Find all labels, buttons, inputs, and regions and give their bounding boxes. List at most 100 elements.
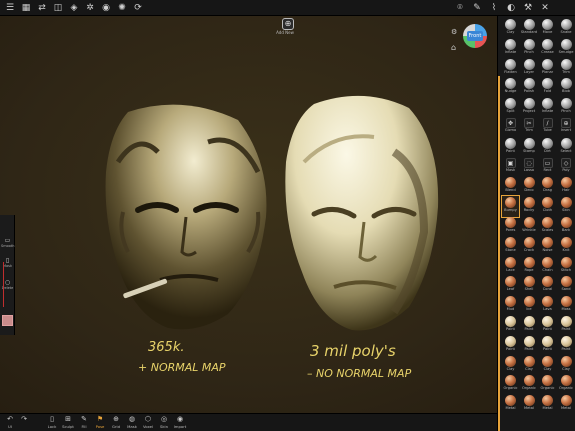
brush-item[interactable]: Fold: [539, 77, 556, 98]
brush-item[interactable]: Stamp: [521, 137, 538, 158]
shading-icon[interactable]: ✺: [117, 3, 127, 13]
voxel-button[interactable]: ⬡ Voxel: [140, 415, 156, 429]
brush-item[interactable]: Split: [502, 97, 519, 118]
brush-item[interactable]: Paint: [539, 335, 556, 356]
brush-item[interactable]: Metal: [521, 394, 538, 415]
brush-item[interactable]: Wrinkle: [521, 216, 538, 237]
brush-item[interactable]: ◌ Lasso: [521, 157, 538, 178]
brush-item[interactable]: Snake: [558, 18, 575, 39]
brush-item[interactable]: Paint: [502, 137, 519, 158]
brush-item[interactable]: Knit: [558, 236, 575, 257]
camera-icon[interactable]: ◉: [101, 3, 111, 13]
brush-item[interactable]: Paint: [558, 315, 575, 336]
brush-item[interactable]: Blob: [558, 77, 575, 98]
brush-item[interactable]: Mud: [502, 295, 519, 316]
add-new-button[interactable]: ⊕ Add New: [276, 18, 297, 38]
home-icon[interactable]: ⌂: [451, 43, 456, 52]
close-icon[interactable]: ✕: [540, 3, 550, 13]
brush-item[interactable]: Paint: [539, 315, 556, 336]
brush-item[interactable]: Metal: [558, 394, 575, 415]
brush-icon[interactable]: ⌇: [489, 3, 499, 13]
brush-item[interactable]: Nudge: [502, 77, 519, 98]
brush-item[interactable]: Crack: [521, 236, 538, 257]
import-button[interactable]: ◉ Import: [172, 415, 188, 429]
brush-item[interactable]: Clay: [521, 355, 538, 376]
brush-item[interactable]: Lava: [539, 295, 556, 316]
brush-item[interactable]: Flatten: [502, 58, 519, 79]
brush-item[interactable]: ▭ Rect: [539, 157, 556, 178]
brush-item[interactable]: Standard: [521, 18, 538, 39]
brush-item[interactable]: Leaf: [502, 275, 519, 296]
brush-item[interactable]: Inflate: [539, 97, 556, 118]
screenshot-camera-icon[interactable]: ⌾: [455, 3, 465, 13]
brush-item[interactable]: Paint: [502, 335, 519, 356]
brush-item[interactable]: Trim: [558, 58, 575, 79]
brush-item[interactable]: Deco: [521, 176, 538, 197]
brush-item[interactable]: Shell: [521, 275, 538, 296]
history-icon[interactable]: ⟳: [133, 3, 143, 13]
brush-item[interactable]: Coral: [539, 275, 556, 296]
brush-item[interactable]: Metal: [502, 394, 519, 415]
brush-size-slider[interactable]: [3, 262, 12, 307]
redo-button[interactable]: ↷: [16, 415, 32, 424]
brush-item[interactable]: Ice: [521, 295, 538, 316]
pen-icon[interactable]: ✎: [472, 3, 482, 13]
camera-settings-icon[interactable]: ⚙: [451, 28, 457, 36]
brush-item[interactable]: Organic: [539, 374, 556, 395]
grid-icon[interactable]: ▦: [21, 3, 31, 13]
cube-icon[interactable]: ◈: [69, 3, 79, 13]
brush-item[interactable]: Skin: [558, 196, 575, 217]
brush-item[interactable]: Organic: [521, 374, 538, 395]
layers-icon[interactable]: ◫: [53, 3, 63, 13]
palette-icon[interactable]: ◐: [506, 3, 516, 13]
brush-item[interactable]: Planar: [539, 58, 556, 79]
brush-item[interactable]: Paint: [521, 335, 538, 356]
brush-item[interactable]: Bumpy: [501, 195, 520, 219]
brush-item[interactable]: Stone: [502, 236, 519, 257]
brush-item[interactable]: Rope: [521, 256, 538, 277]
brush-item[interactable]: Scales: [539, 216, 556, 237]
brush-item[interactable]: Drag: [539, 176, 556, 197]
brush-item[interactable]: ✂ Trim: [521, 117, 538, 138]
brush-item[interactable]: Noise: [539, 236, 556, 257]
brush-item[interactable]: Clay: [502, 355, 519, 376]
sculpt-viewport[interactable]: ☰ ▦ ⇄ ◫ ◈ ✲ ◉ ✺ ⟳ ⌾ ✎ ⌇ ◐ ⚒ ✕ ⊕ Add New …: [0, 0, 575, 431]
brush-item[interactable]: Smudge: [558, 38, 575, 59]
sculpt-button[interactable]: ⊞ Sculpt: [60, 415, 76, 429]
brush-item[interactable]: Paint: [558, 335, 575, 356]
brush-item[interactable]: Rocky: [521, 196, 538, 217]
brush-item[interactable]: Polish: [521, 77, 538, 98]
brush-item[interactable]: Clay: [558, 355, 575, 376]
brush-item[interactable]: Cloth: [539, 196, 556, 217]
brush-item[interactable]: Move: [539, 18, 556, 39]
menu-icon[interactable]: ☰: [5, 3, 15, 13]
share-icon[interactable]: ⇄: [37, 3, 47, 13]
view-cube[interactable]: Front: [463, 24, 487, 48]
brush-item[interactable]: Inflate: [502, 38, 519, 59]
brush-item[interactable]: Lace: [502, 256, 519, 277]
brush-item[interactable]: Organic: [558, 374, 575, 395]
brush-item[interactable]: ▣ Mask: [502, 157, 519, 178]
brush-item[interactable]: Layer: [521, 58, 538, 79]
brush-item[interactable]: Paint: [521, 315, 538, 336]
brush-item[interactable]: Sand: [558, 275, 575, 296]
lock-button[interactable]: ▯ Lock: [44, 415, 60, 429]
brush-item[interactable]: Project: [521, 97, 538, 118]
brush-item[interactable]: ✥ Gizmo: [502, 117, 519, 138]
brush-item[interactable]: Pinch: [558, 97, 575, 118]
brush-item[interactable]: Stitch: [558, 256, 575, 277]
brush-item[interactable]: Pores: [502, 216, 519, 237]
brush-item[interactable]: Organic: [502, 374, 519, 395]
brush-item[interactable]: ⊕ Insert: [558, 117, 575, 138]
brush-item[interactable]: Blend: [502, 176, 519, 197]
brush-item[interactable]: Paint: [502, 315, 519, 336]
grid-button[interactable]: ⊕ Grid: [108, 415, 124, 429]
brush-item[interactable]: Pinch: [521, 38, 538, 59]
brush-item[interactable]: Bark: [558, 216, 575, 237]
fill-button[interactable]: ✎ Fill: [76, 415, 92, 429]
settings-icon[interactable]: ✲: [85, 3, 95, 13]
brush-item[interactable]: Moss: [558, 295, 575, 316]
brush-item[interactable]: ∕ Tube: [539, 117, 556, 138]
brush-item[interactable]: Clay: [502, 18, 519, 39]
brush-item[interactable]: Chain: [539, 256, 556, 277]
